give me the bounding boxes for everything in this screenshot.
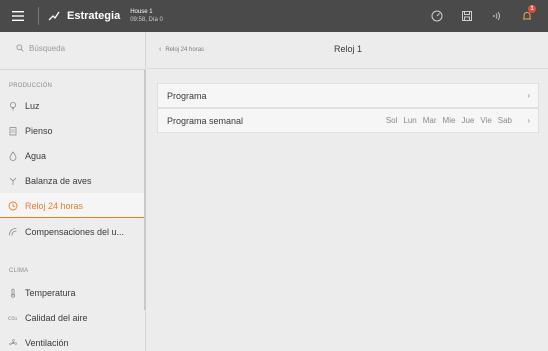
search-input[interactable]: Búsqueda (8, 39, 138, 57)
sidebar-item-agua[interactable]: Agua (0, 143, 144, 168)
search-placeholder: Búsqueda (29, 43, 66, 53)
sidebar-item-compensaciones[interactable]: Compensaciones del u... (0, 219, 144, 244)
house-name: House 1 (130, 9, 153, 15)
top-bar: Estrategia House 1 09:58, Día 0 1 (0, 0, 548, 32)
sidebar-item-label: Calidad del aire (25, 312, 88, 323)
chevron-left-icon: ‹ (159, 46, 162, 53)
sidebar-item-reloj-24-horas[interactable]: Reloj 24 horas (0, 193, 144, 218)
search-divider (0, 69, 146, 70)
sidebar-item-calidad-aire[interactable]: co₂ Calidad del aire (0, 305, 144, 330)
fan-icon (8, 338, 18, 348)
house-info[interactable]: House 1 09:58, Día 0 (130, 8, 163, 24)
sidebar-item-temperatura[interactable]: Temperatura (0, 280, 144, 305)
sidebar-item-label: Temperatura (25, 287, 76, 298)
sidebar-item-label: Balanza de aves (25, 175, 92, 186)
day-label: Mie (442, 116, 456, 125)
sidebar-item-ventilacion[interactable]: Ventilación (0, 330, 144, 351)
row-label: Programa (167, 90, 207, 101)
bulb-icon (8, 101, 18, 111)
sidebar-item-label: Pienso (25, 125, 53, 136)
day-label: Sab (497, 116, 512, 125)
hamburger-icon[interactable] (4, 0, 32, 32)
row-label: Programa semanal (167, 115, 244, 126)
sidebar-item-label: Reloj 24 horas (25, 200, 84, 211)
sidebar: Búsqueda PRODUCCIÓN Luz Pienso Agua Bala… (0, 32, 146, 351)
sidebar-scrollbar[interactable] (144, 70, 146, 310)
sidebar-item-balanza[interactable]: Balanza de aves (0, 168, 144, 193)
sidebar-item-label: Luz (25, 100, 40, 111)
scale-icon (8, 176, 18, 186)
drop-icon (8, 150, 18, 161)
sidebar-item-label: Ventilación (25, 337, 69, 348)
thermometer-icon (8, 288, 18, 298)
page-title: Reloj 1 (334, 44, 363, 54)
house-status: 09:58, Día 0 (130, 17, 163, 23)
notification-badge: 1 (528, 5, 536, 13)
section-label-produccion: PRODUCCIÓN (9, 83, 53, 89)
sidebar-item-pienso[interactable]: Pienso (0, 118, 144, 143)
weekday-list: Sol Lun Mar Mie Jue Vie Sab (386, 116, 512, 125)
chevron-right-icon: › (527, 116, 530, 125)
sidebar-item-luz[interactable]: Luz (0, 93, 144, 118)
section-label-clima: CLIMA (9, 268, 29, 274)
day-label: Sol (385, 116, 398, 125)
sidebar-item-label: Agua (25, 150, 47, 161)
gauge-icon[interactable] (422, 0, 452, 32)
back-button[interactable]: ‹ Reloj 24 horas (159, 46, 204, 53)
day-label: Jue (461, 116, 475, 125)
feed-icon (8, 126, 18, 136)
day-label: Mar (422, 116, 437, 125)
topbar-divider (38, 7, 39, 25)
sub-header: ‹ Reloj 24 horas Reloj 1 (147, 32, 548, 69)
sidebar-item-label: Compensaciones del u... (25, 226, 125, 237)
chart-line-icon (47, 9, 61, 23)
day-label: Vie (480, 116, 492, 125)
main-content: ‹ Reloj 24 horas Reloj 1 Programa › Prog… (147, 32, 548, 351)
search-icon (16, 44, 24, 52)
programa-semanal-row[interactable]: Programa semanal Sol Lun Mar Mie Jue Vie… (157, 108, 539, 133)
day-label: Lun (403, 116, 417, 125)
back-label: Reloj 24 horas (165, 46, 205, 53)
clock-icon (8, 201, 18, 211)
signal-icon[interactable] (482, 0, 512, 32)
app-title: Estrategia (67, 10, 121, 22)
co2-icon: co₂ (8, 313, 18, 323)
svg-text:co₂: co₂ (8, 315, 18, 322)
chevron-right-icon: › (527, 91, 530, 100)
programa-row[interactable]: Programa › (157, 83, 539, 108)
compensation-icon (8, 227, 18, 237)
topbar-icons: 1 (422, 0, 542, 32)
save-icon[interactable] (452, 0, 482, 32)
bell-icon[interactable]: 1 (512, 0, 542, 32)
